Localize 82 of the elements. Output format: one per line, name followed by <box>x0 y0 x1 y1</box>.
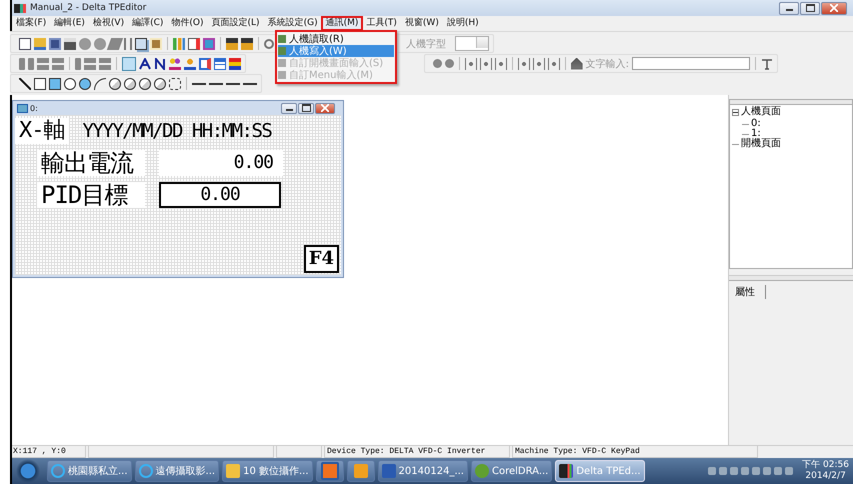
dash-icon[interactable] <box>226 82 240 84</box>
bar-icon[interactable] <box>84 58 96 70</box>
menu-item[interactable]: 編輯(E) <box>50 17 89 30</box>
person-icon[interactable] <box>184 58 196 70</box>
menu-item[interactable]: 視窗(W) <box>400 17 443 30</box>
tree-item[interactable]: 1: <box>751 129 761 139</box>
menu-item[interactable]: 系統設定(G) <box>264 17 322 30</box>
rectfill-icon[interactable] <box>49 78 61 90</box>
menu-item[interactable]: 頁面設定(L) <box>208 17 264 30</box>
dash-icon[interactable] <box>243 82 257 84</box>
menu-item[interactable]: 檔案(F) <box>12 17 50 30</box>
value-display: 0.00 <box>159 150 283 176</box>
bar-icon[interactable] <box>99 58 111 70</box>
chart-icon[interactable] <box>173 38 185 50</box>
panel-icon[interactable] <box>199 58 211 70</box>
menu-item[interactable]: 說明(H) <box>442 17 483 30</box>
save-icon[interactable] <box>49 38 61 50</box>
tree-item[interactable]: 開機頁面 <box>741 139 781 149</box>
menu-item[interactable]: 工具(T) <box>362 17 401 30</box>
close-button[interactable] <box>315 102 335 114</box>
doc-icon[interactable] <box>188 38 200 50</box>
dash-icon[interactable] <box>209 82 223 84</box>
minimize-button[interactable] <box>281 102 297 114</box>
menu-item[interactable]: 檢視(V) <box>88 17 128 30</box>
taskbar-button[interactable]: 10 數位攝作... <box>222 460 313 482</box>
text-tool-icon[interactable] <box>761 58 773 70</box>
value-input[interactable]: 0.00 <box>159 182 281 208</box>
bar-icon[interactable] <box>52 58 64 70</box>
text-input-label: 文字輸入: <box>586 58 629 70</box>
collapse-icon[interactable] <box>732 108 739 116</box>
menu-item[interactable]: 物件(O) <box>167 17 208 30</box>
function-key[interactable]: F4 <box>304 245 339 273</box>
dash-icon[interactable] <box>192 82 206 84</box>
tree-item[interactable]: 人機頁面 <box>741 107 781 117</box>
window-title: Manual_2 - Delta TPEditor <box>30 3 146 13</box>
arc-icon[interactable] <box>94 78 106 90</box>
taskbar-button[interactable]: 桃園縣私立... <box>47 460 132 482</box>
properties-tab[interactable]: 屬性 <box>735 285 766 299</box>
eraser-icon[interactable] <box>106 38 124 50</box>
letter-n-icon[interactable] <box>154 58 166 70</box>
stack-icon[interactable] <box>229 58 241 70</box>
app-icon <box>14 4 26 12</box>
menu-item[interactable]: 編譯(C) <box>128 17 168 30</box>
circ-icon[interactable] <box>124 78 136 90</box>
clock-date: 2014/2/7 <box>805 471 846 482</box>
letter-a-icon[interactable] <box>139 58 151 70</box>
taskbar-button[interactable]: 遠傳攝取影... <box>134 460 220 482</box>
circ-icon[interactable] <box>139 78 151 90</box>
menu-option[interactable]: 人機讀取(R) <box>278 33 394 45</box>
poly-icon[interactable] <box>169 78 181 90</box>
house-icon[interactable] <box>570 58 583 70</box>
taskbar-button[interactable]: 20140124_... <box>378 460 468 482</box>
taskbar-button[interactable]: CorelDRA... <box>470 460 552 482</box>
people-icon[interactable] <box>169 58 181 70</box>
field-label: 輸出電流 <box>37 150 145 176</box>
rect-icon[interactable] <box>34 78 46 90</box>
circ-icon[interactable] <box>154 78 166 90</box>
datetime-display: YYYY/MM/DD HH:MM:SS <box>82 119 272 144</box>
axis-label: X-軸 <box>15 118 68 144</box>
ellipse-icon[interactable] <box>64 78 76 90</box>
maximize-button[interactable] <box>800 2 820 14</box>
tree-item[interactable]: 0: <box>751 119 761 129</box>
bar-icon[interactable] <box>37 58 49 70</box>
table-icon[interactable] <box>214 58 226 70</box>
taskbar-button[interactable] <box>346 460 375 482</box>
ellipsefill-icon[interactable] <box>79 78 91 90</box>
new-icon[interactable] <box>19 38 31 50</box>
circle-icon[interactable] <box>94 38 106 50</box>
image-icon[interactable] <box>203 38 215 50</box>
text-input-field[interactable] <box>632 57 750 70</box>
field-label: PID目標 <box>37 182 145 208</box>
monitor-icon <box>17 104 28 112</box>
screen-title: 0: <box>30 104 38 112</box>
print-icon[interactable] <box>64 38 76 50</box>
clock-time: 下午 02:56 <box>802 460 849 471</box>
close-button[interactable] <box>821 2 847 14</box>
font-label: 人機字型 <box>406 38 446 50</box>
maximize-button[interactable] <box>298 102 314 114</box>
copy-icon[interactable] <box>135 38 147 50</box>
minimize-button[interactable] <box>779 2 799 14</box>
circ-icon[interactable] <box>109 78 121 90</box>
open-icon[interactable] <box>34 38 46 50</box>
